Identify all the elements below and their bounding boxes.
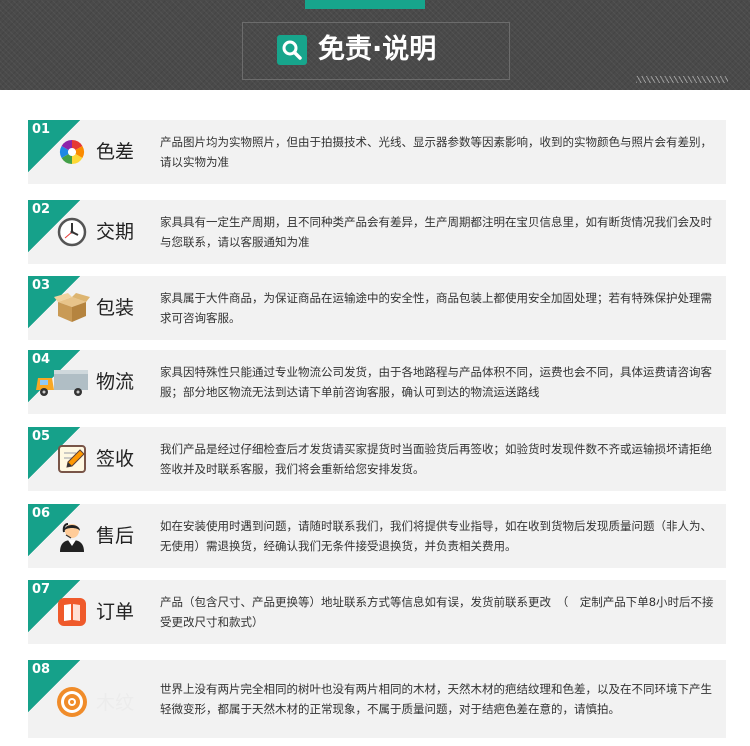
item-description: 家具属于大件商品，为保证商品在运输途中的安全性，商品包装上都使用安全加固处理；若… [160,291,712,325]
item-label: 物流 [96,371,135,393]
clock-icon [54,214,90,250]
list-item-color-difference: 01 色差 产品图片均为实物照片，但由于拍摄技术、光线、显示器参数等因素影响，收… [28,120,726,184]
item-label: 交期 [96,221,135,243]
header-accent-bar [305,0,425,9]
item-description: 产品图片均为实物照片，但由于拍摄技术、光线、显示器参数等因素影响，收到的实物颜色… [160,135,712,169]
delivery-truck-icon [34,364,90,400]
decorative-stripes [636,76,728,83]
sign-pencil-icon [54,441,90,477]
package-box-icon [54,290,90,326]
item-description: 我们产品是经过仔细检查后才发货请买家提货时当面验货后再签收；如验货时发现件数不齐… [160,442,712,476]
list-item-packaging: 03 包装 家具属于大件商品，为保证商品在运输途中的安全性，商品包装上都使用安全… [28,276,726,340]
item-label: 木纹 [96,692,135,714]
list-item-sign-receipt: 05 签收 我们产品是经过仔细检查后才发货请买家提货时当面验货后再签收；如验货时… [28,427,726,491]
item-label: 签收 [96,448,135,470]
wood-ring-icon [54,684,90,720]
item-description: 家具具有一定生产周期，且不同种类产品会有差异，生产周期都注明在宝贝信息里，如有断… [160,215,712,249]
item-label: 色差 [96,141,135,163]
color-wheel-icon [54,134,90,170]
item-description: 世界上没有两片完全相同的树叶也没有两片相同的木材，天然木材的疤结纹理和色差，以及… [160,682,712,716]
item-description: 产品（包含尺寸、产品更换等）地址联系方式等信息如有误，发货前联系更改 （ 定制产… [160,595,714,629]
list-item-after-sales: 06 售后 如在安装使用时遇到问题，请随时联系我们，我们将提供专业指导，如在收到… [28,504,726,568]
list-item-delivery-time: 02 交期 家具具有一定生产周期，且不同种类产品会有差异，生产周期都注明在宝贝信… [28,200,726,264]
list-item-logistics: 04 物流 家具因特殊性只能通过专业物流公司发货，由于各地路程与产品体积不同，运… [28,350,726,414]
customer-service-icon [54,518,90,554]
header-banner: 免责·说明 [0,0,750,90]
item-label: 订单 [96,601,135,623]
item-label: 售后 [96,525,135,547]
order-book-icon [54,594,90,630]
search-icon [277,35,307,65]
item-description: 如在安装使用时遇到问题，请随时联系我们，我们将提供专业指导，如在收到货物后发现质… [160,519,712,553]
list-item-order: 07 订单 产品（包含尺寸、产品更换等）地址联系方式等信息如有误，发货前联系更改… [28,580,726,644]
item-label: 包装 [96,297,135,319]
list-item-wood-grain: 08 木纹 世界上没有两片完全相同的树叶也没有两片相同的木材，天然木材的疤结纹理… [28,660,726,738]
item-description: 家具因特殊性只能通过专业物流公司发货，由于各地路程与产品体积不同，运费也会不同，… [160,365,712,399]
page-title: 免责·说明 [318,34,437,65]
